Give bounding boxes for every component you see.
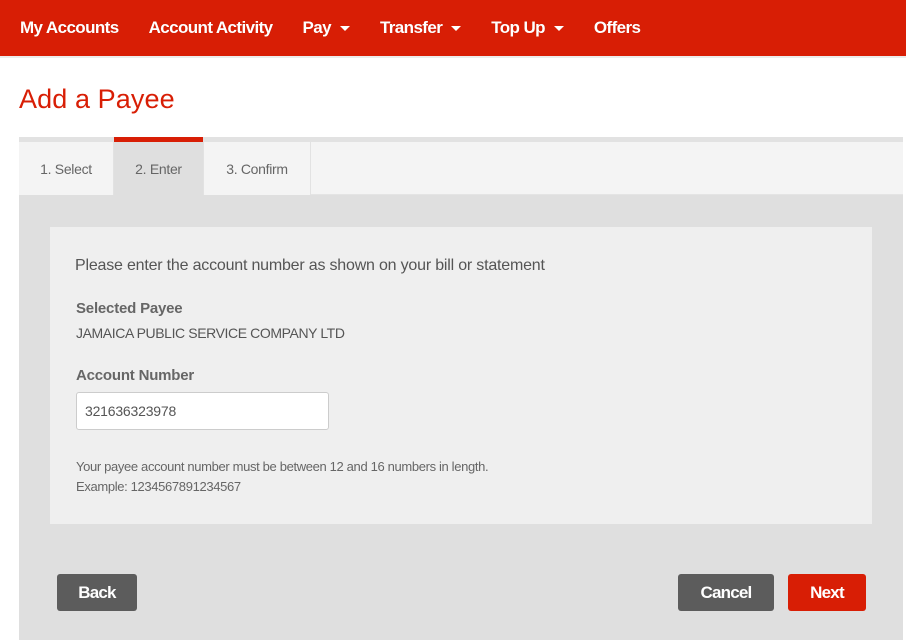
cancel-button[interactable]: Cancel	[678, 574, 774, 611]
nav-account-activity[interactable]: Account Activity	[148, 18, 274, 38]
nav-transfer-label: Transfer	[379, 18, 443, 37]
caret-down-icon	[553, 25, 564, 31]
add-payee-wizard: 1. Select 2. Enter 3. Confirm Please ent…	[19, 137, 903, 640]
page-title: Add a Payee	[19, 84, 175, 114]
wizard-steps: 1. Select 2. Enter 3. Confirm	[19, 137, 903, 195]
nav-pay[interactable]: Pay	[302, 18, 350, 38]
next-button[interactable]: Next	[788, 574, 866, 611]
main-nav-bar: My Accounts Account Activity Pay Transfe…	[0, 0, 906, 58]
nav-my-accounts[interactable]: My Accounts	[20, 18, 119, 38]
caret-down-icon	[451, 25, 462, 31]
account-number-label: Account Number	[76, 367, 195, 384]
nav-offers[interactable]: Offers	[593, 18, 641, 38]
back-button[interactable]: Back	[57, 574, 137, 611]
step-tab-select[interactable]: 1. Select	[19, 142, 114, 195]
nav-offers-label: Offers	[593, 18, 641, 37]
nav-transfer[interactable]: Transfer	[379, 18, 462, 38]
selected-payee-label: Selected Payee	[76, 300, 183, 317]
account-length-help-text: Your payee account number must be betwee…	[76, 459, 489, 474]
nav-my-accounts-label: My Accounts	[20, 18, 119, 37]
caret-down-icon	[339, 25, 350, 31]
step-tab-enter-active[interactable]: 2. Enter	[114, 137, 203, 195]
nav-top-up[interactable]: Top Up	[491, 18, 564, 38]
step-tab-confirm[interactable]: 3. Confirm	[203, 142, 311, 195]
account-number-input[interactable]	[76, 392, 329, 430]
instructions-text: Please enter the account number as shown…	[75, 257, 545, 274]
account-example-text: Example: 1234567891234567	[76, 479, 241, 494]
nav-pay-label: Pay	[302, 18, 331, 37]
nav-account-activity-label: Account Activity	[148, 18, 274, 37]
account-entry-panel: Please enter the account number as shown…	[50, 227, 872, 524]
selected-payee-value: JAMAICA PUBLIC SERVICE COMPANY LTD	[76, 325, 345, 341]
nav-top-up-label: Top Up	[491, 18, 545, 37]
